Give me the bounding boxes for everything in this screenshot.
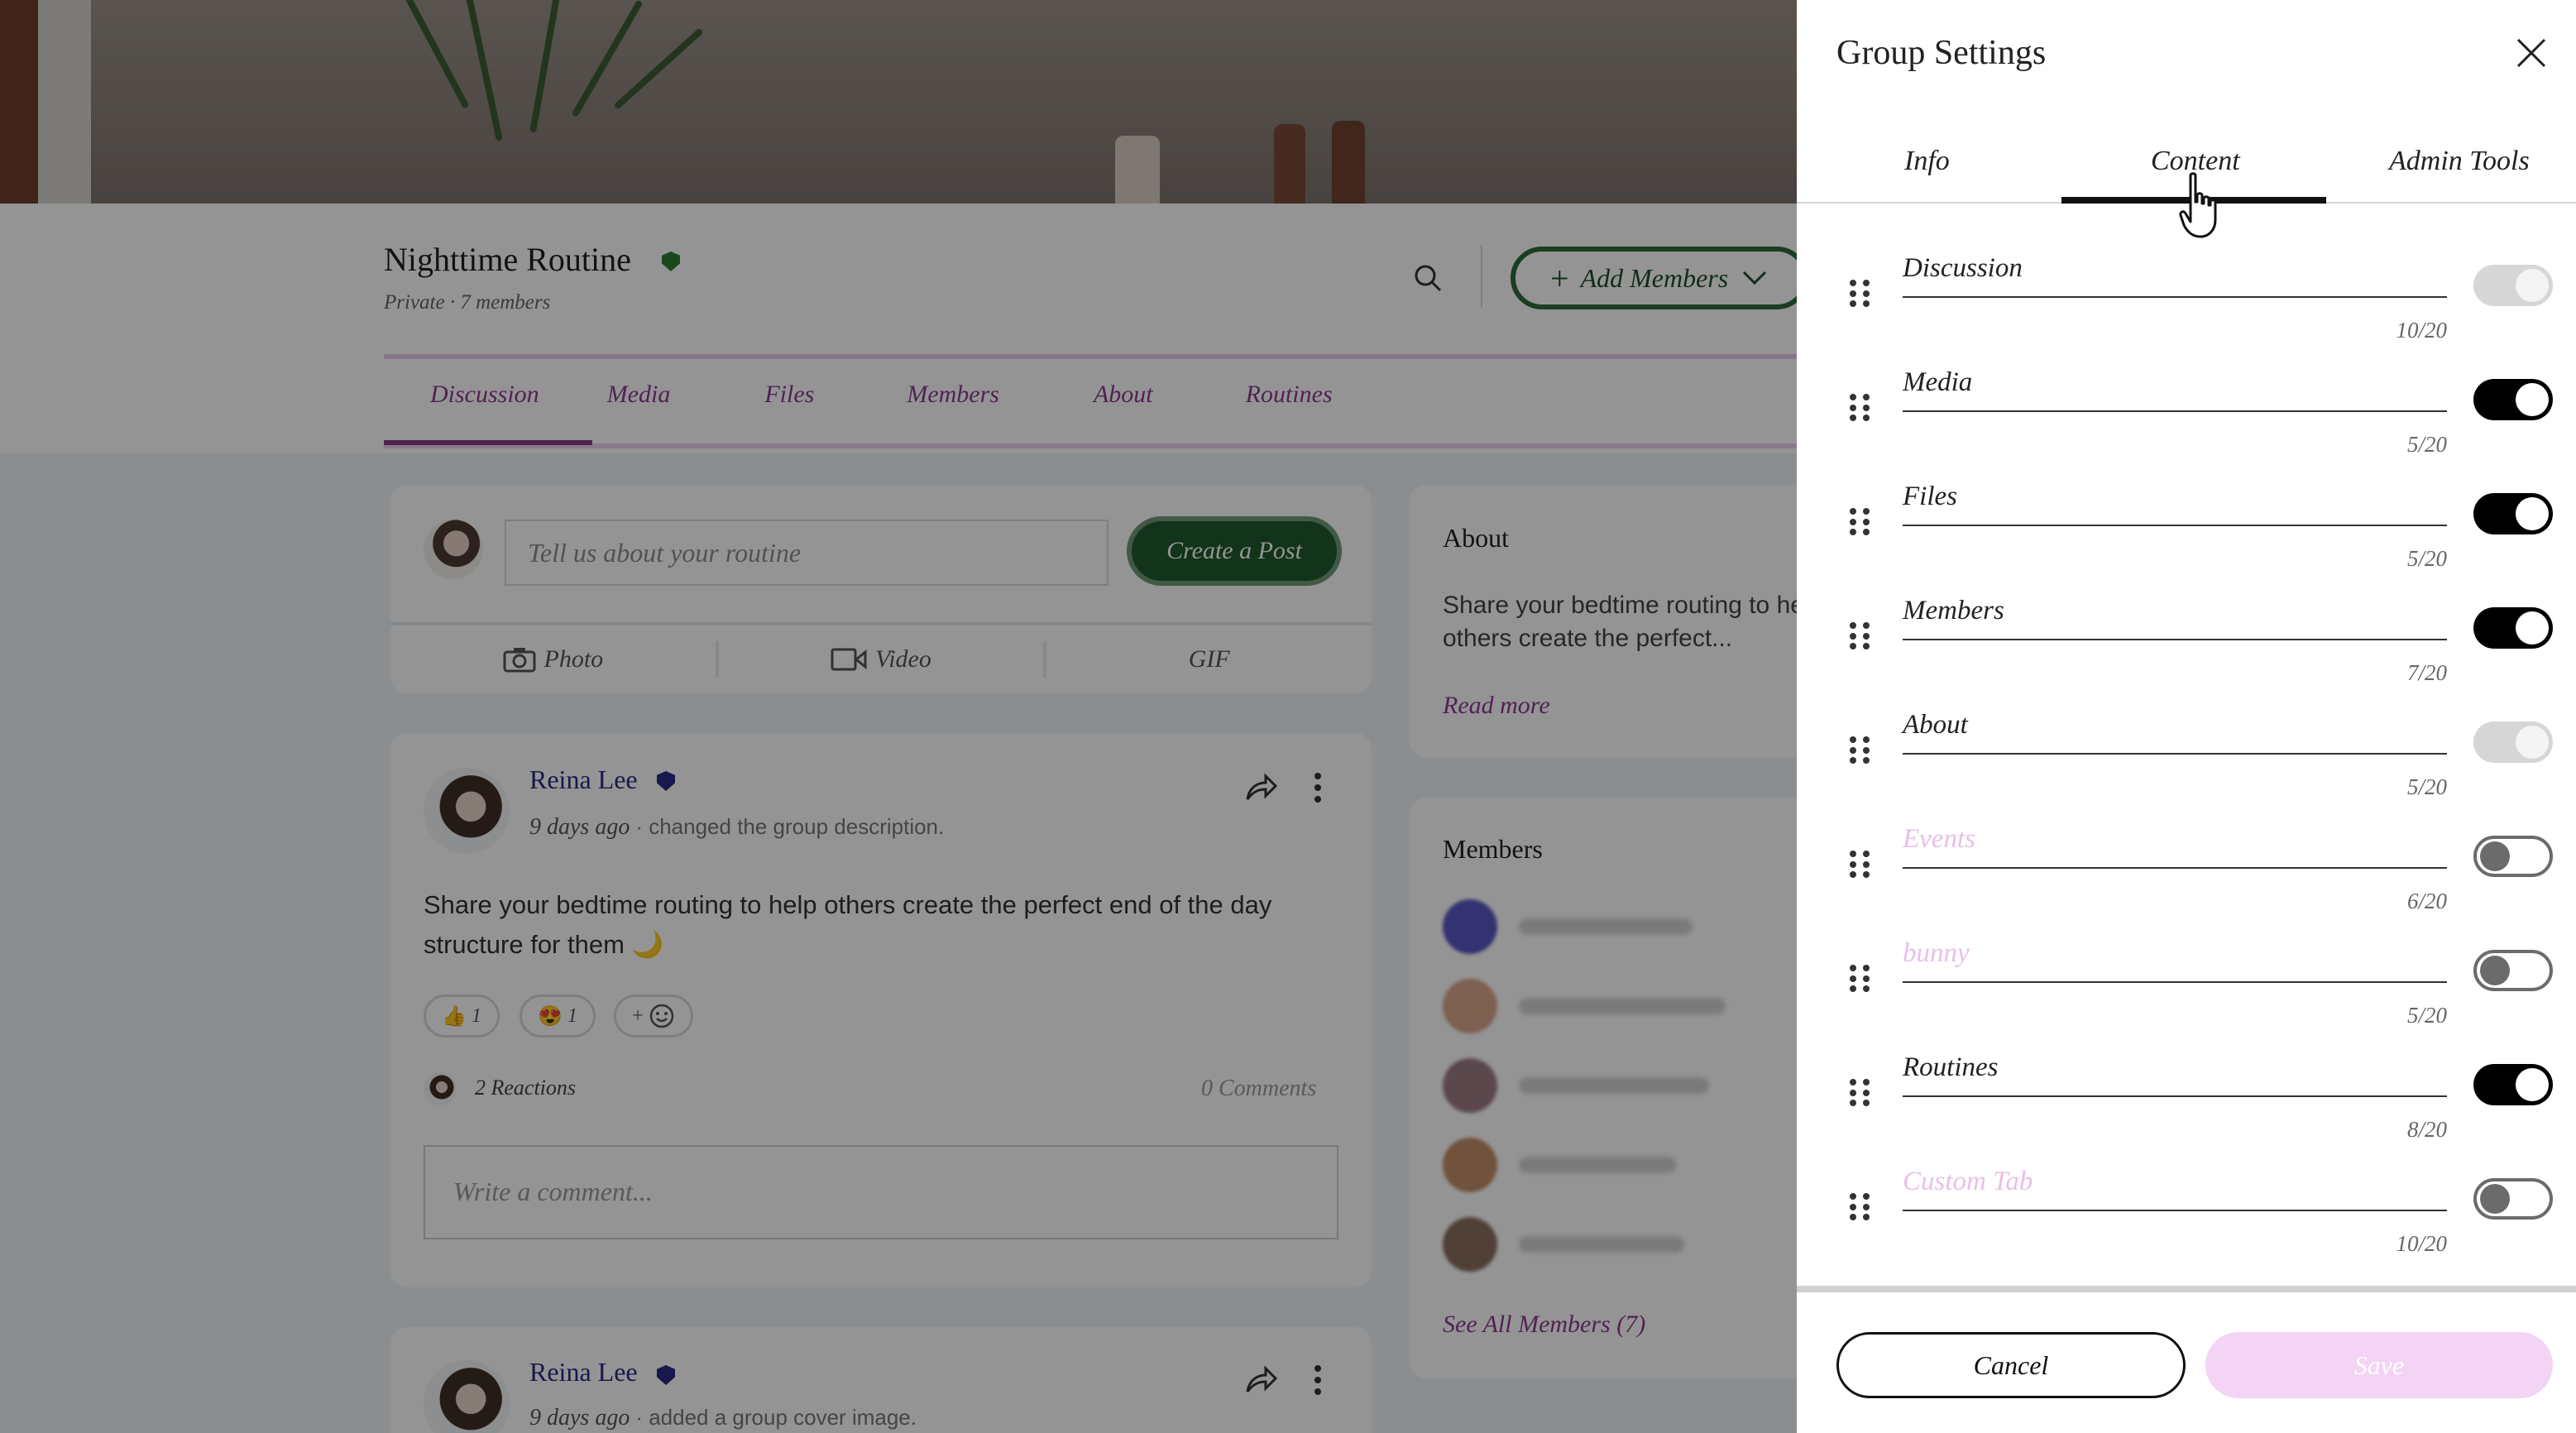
drag-handle-icon[interactable]	[1850, 1079, 1870, 1107]
tab-name-input[interactable]: Members	[1903, 596, 2004, 626]
character-count: 5/20	[2406, 432, 2447, 457]
character-count: 5/20	[2406, 546, 2447, 571]
tab-admin-tools[interactable]: Admin Tools	[2389, 146, 2530, 177]
visibility-toggle[interactable]	[2473, 607, 2553, 649]
drag-handle-icon[interactable]	[1850, 736, 1870, 764]
character-count: 10/20	[2396, 318, 2447, 343]
group-settings-panel: Group Settings Info Content Admin Tools …	[1797, 0, 2576, 1433]
content-tab-row: Routines 8/20	[1797, 1052, 2576, 1178]
character-count: 10/20	[2396, 1231, 2447, 1256]
drag-handle-icon[interactable]	[1850, 851, 1870, 879]
toggle-knob	[2516, 269, 2549, 302]
tab-name-input[interactable]: bunny	[1903, 938, 1970, 969]
toggle-knob	[2516, 383, 2549, 416]
visibility-toggle[interactable]	[2473, 1178, 2553, 1220]
input-underline	[1903, 639, 2447, 640]
modal-backdrop[interactable]	[0, 0, 1797, 1433]
input-underline	[1903, 525, 2447, 526]
visibility-toggle[interactable]	[2473, 1064, 2553, 1105]
tab-name-input[interactable]: Discussion	[1903, 253, 2023, 284]
visibility-toggle[interactable]	[2473, 493, 2553, 534]
toggle-knob	[2516, 726, 2549, 759]
content-tab-row: Events 6/20	[1797, 824, 2576, 950]
visibility-toggle[interactable]	[2473, 836, 2553, 877]
content-tab-row: About 5/20	[1797, 710, 2576, 836]
content-tab-row: Discussion 10/20	[1797, 253, 2576, 379]
tab-name-input[interactable]: Events	[1903, 824, 1975, 855]
input-underline	[1903, 753, 2447, 755]
toggle-knob	[2516, 611, 2549, 645]
character-count: 6/20	[2406, 889, 2447, 913]
visibility-toggle[interactable]	[2473, 379, 2553, 420]
content-tab-row: Custom Tab 10/20	[1797, 1167, 2576, 1292]
panel-title: Group Settings	[1836, 34, 2047, 72]
content-tab-row: bunny 5/20	[1797, 938, 2576, 1064]
close-icon[interactable]	[2515, 36, 2548, 69]
content-tab-row: Members 7/20	[1797, 596, 2576, 721]
tab-name-input[interactable]: Routines	[1903, 1052, 1998, 1083]
toggle-knob	[2480, 956, 2510, 985]
character-count: 5/20	[2406, 774, 2447, 799]
visibility-toggle[interactable]	[2473, 950, 2553, 991]
character-count: 8/20	[2406, 1117, 2447, 1142]
tab-info[interactable]: Info	[1904, 146, 1950, 177]
tab-name-input[interactable]: About	[1903, 710, 1968, 740]
drag-handle-icon[interactable]	[1850, 965, 1870, 993]
content-tab-row: Files 5/20	[1797, 482, 2576, 607]
drag-handle-icon[interactable]	[1850, 280, 1870, 308]
tab-name-input[interactable]: Custom Tab	[1903, 1167, 2033, 1197]
tab-name-input[interactable]: Files	[1903, 482, 1957, 512]
toggle-knob	[2480, 1184, 2510, 1214]
toggle-knob	[2516, 1068, 2549, 1101]
character-count: 7/20	[2406, 660, 2447, 685]
input-underline	[1903, 867, 2447, 869]
drag-handle-icon[interactable]	[1850, 1193, 1870, 1221]
content-tab-row: Media 5/20	[1797, 367, 2576, 493]
drag-handle-icon[interactable]	[1850, 394, 1870, 422]
character-count: 5/20	[2406, 1003, 2447, 1028]
input-underline	[1903, 1095, 2447, 1097]
input-underline	[1903, 1210, 2447, 1211]
footer-divider	[1797, 1286, 2576, 1292]
drag-handle-icon[interactable]	[1850, 508, 1870, 536]
toggle-knob	[2516, 497, 2549, 530]
save-button[interactable]: Save	[2205, 1332, 2553, 1398]
toggle-knob	[2480, 841, 2510, 871]
hand-cursor-icon	[2179, 172, 2217, 238]
input-underline	[1903, 981, 2447, 983]
drag-handle-icon[interactable]	[1850, 622, 1870, 650]
input-underline	[1903, 296, 2447, 298]
tab-name-input[interactable]: Media	[1903, 367, 1972, 398]
visibility-toggle[interactable]	[2473, 265, 2553, 306]
input-underline	[1903, 410, 2447, 412]
visibility-toggle[interactable]	[2473, 721, 2553, 763]
cancel-button[interactable]: Cancel	[1836, 1332, 2186, 1398]
